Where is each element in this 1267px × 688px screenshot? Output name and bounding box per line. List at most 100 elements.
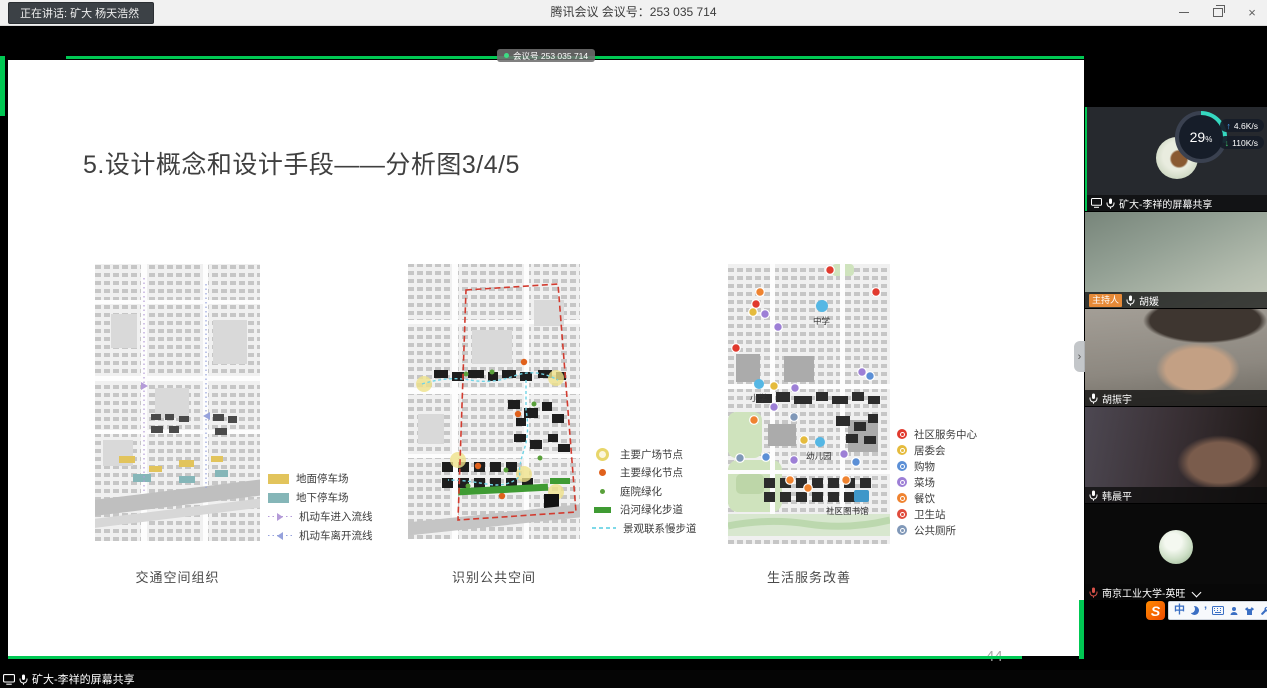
legend-label: 主要广场节点 — [620, 447, 683, 462]
legend-label: 社区服务中心 — [914, 427, 977, 442]
participant-name: 韩晨平 — [1102, 488, 1132, 503]
voice-person-icon[interactable] — [1229, 606, 1239, 616]
legend-item: 餐饮 — [897, 490, 977, 506]
map-life-services-graphics — [728, 264, 890, 544]
chevron-down-icon[interactable] — [1192, 587, 1202, 597]
speaking-indicator: 正在讲话: 矿大 杨天浩然 — [8, 2, 154, 24]
window-title: 腾讯会议 会议号：253 035 714 — [0, 0, 1267, 25]
ime-toolbar: S 中 ’ — [1146, 601, 1267, 620]
legend-item: 机动车离开流线 — [268, 526, 373, 545]
upload-arrow-icon: ↑ — [1226, 121, 1231, 131]
legend-symbol-bar-icon — [594, 507, 611, 513]
legend-item: 主要绿化节点 — [592, 464, 697, 483]
tencent-meeting-window: 腾讯会议 会议号：253 035 714 × 正在讲话: 矿大 杨天浩然 5.设… — [0, 0, 1267, 688]
legend-item: 购物 — [897, 458, 977, 474]
minimize-button[interactable] — [1177, 0, 1191, 25]
legend-label: 公共厕所 — [914, 523, 956, 538]
mic-icon — [19, 674, 28, 685]
legend-item: 庭院绿化 — [592, 482, 697, 501]
network-percent-unit: % — [1205, 135, 1212, 144]
video-tile-host[interactable]: 主持人 胡媛 — [1085, 212, 1267, 308]
legend-label: 机动车进入流线 — [299, 509, 373, 524]
map-label-kindergarten: 幼儿园 — [806, 450, 832, 462]
legend-item: 菜场 — [897, 474, 977, 490]
restore-icon — [1213, 8, 1223, 17]
network-percent: 29 — [1190, 129, 1206, 145]
mic-icon — [1106, 198, 1115, 209]
participant-name: 胡振宇 — [1102, 391, 1132, 406]
mic-icon — [1126, 295, 1135, 306]
video-tile-participant[interactable]: 南京工业大学-英旺 — [1085, 504, 1267, 600]
legend-label: 卫生站 — [914, 507, 946, 522]
slide-frame-bottom — [8, 656, 1022, 659]
tile-label-bar: 胡振宇 — [1085, 390, 1267, 406]
legend-symbol-swatch-icon — [268, 474, 289, 484]
map-traffic-graphics — [95, 264, 260, 541]
legend-symbol-badge-icon — [897, 429, 907, 439]
fullwidth-moon-icon[interactable] — [1190, 606, 1199, 615]
tile-label-bar: 韩晨平 — [1085, 487, 1267, 503]
participant-name: 胡媛 — [1139, 293, 1159, 308]
legend-label: 餐饮 — [914, 491, 935, 506]
legend-item: 公共厕所 — [897, 522, 977, 538]
legend-item: 居委会 — [897, 442, 977, 458]
legend-item: 社区服务中心 — [897, 426, 977, 442]
presentation-slide: 5.设计概念和设计手段——分析图3/4/5 44 — [8, 60, 1084, 656]
participant-avatar — [1159, 530, 1193, 564]
legend-label: 地下停车场 — [296, 490, 349, 505]
legend-life-services: 社区服务中心居委会购物菜场餐饮卫生站公共厕所 — [897, 426, 977, 538]
legend-item: 沿河绿化步道 — [592, 501, 697, 520]
slide-title: 5.设计概念和设计手段——分析图3/4/5 — [83, 145, 520, 181]
participant-name: 矿大-李祥的屏幕共享 — [1119, 196, 1212, 211]
legend-label: 沿河绿化步道 — [620, 502, 683, 517]
map-label-middle-school: 中学 — [813, 315, 830, 327]
legend-symbol-badge-icon — [897, 493, 907, 503]
tile-label-bar: 南京工业大学-英旺 — [1085, 584, 1267, 600]
close-button[interactable]: × — [1245, 0, 1259, 25]
legend-item: 景观联系慢步道 — [592, 519, 697, 538]
skin-shirt-icon[interactable] — [1244, 606, 1255, 616]
caption-life-services: 生活服务改善 — [728, 567, 890, 586]
video-tile-sharer[interactable]: 29% ↑ 4.6K/s ↓ 110K/s 矿大-李祥的屏幕共享 — [1085, 107, 1267, 211]
legend-label: 景观联系慢步道 — [623, 521, 697, 536]
restore-button[interactable] — [1211, 0, 1225, 25]
legend-label: 主要绿化节点 — [620, 465, 683, 480]
caption-traffic: 交通空间组织 — [95, 567, 260, 586]
legend-symbol-badge-icon — [897, 525, 907, 535]
map-public-space — [408, 264, 580, 539]
legend-symbol-badge-icon — [897, 509, 907, 519]
host-badge: 主持人 — [1089, 294, 1122, 307]
legend-label: 居委会 — [914, 443, 946, 458]
keyboard-icon[interactable] — [1212, 606, 1224, 615]
download-value: 110K/s — [1232, 138, 1258, 148]
participant-name: 南京工业大学-英旺 — [1102, 585, 1185, 600]
legend-symbol-dot-icon — [599, 469, 606, 476]
video-tile-participant[interactable]: 韩晨平 — [1085, 407, 1267, 503]
settings-wrench-icon[interactable] — [1260, 606, 1267, 616]
recording-dot-icon — [504, 53, 509, 58]
legend-symbol-badge-icon — [897, 477, 907, 487]
upload-value: 4.6K/s — [1234, 121, 1258, 131]
legend-item: 卫生站 — [897, 506, 977, 522]
sogou-logo-icon[interactable]: S — [1146, 601, 1165, 620]
punctuation-icon[interactable]: ’ — [1204, 605, 1207, 617]
legend-item: 机动车进入流线 — [268, 507, 373, 526]
chinese-mode-icon[interactable]: 中 — [1174, 602, 1185, 619]
legend-item: 地面停车场 — [268, 469, 373, 488]
legend-item: 主要广场节点 — [592, 445, 697, 464]
video-tile-participant[interactable]: 胡振宇 — [1085, 309, 1267, 406]
mic-icon — [1089, 490, 1098, 501]
tile-label-bar: 主持人 胡媛 — [1085, 292, 1267, 308]
statusbar: 矿大-李祥的屏幕共享 — [0, 670, 1267, 688]
legend-symbol-arrow-right-icon — [268, 513, 292, 521]
legend-symbol-small-dot-icon — [600, 489, 605, 494]
sidebar-collapse-handle[interactable]: › — [1074, 341, 1085, 372]
download-speed: ↓ 110K/s — [1219, 136, 1264, 149]
screen-share-icon — [3, 674, 15, 685]
mic-icon — [1089, 393, 1098, 404]
legend-symbol-arrow-left-icon — [268, 532, 292, 540]
ime-strip: 中 ’ — [1168, 601, 1267, 620]
download-arrow-icon: ↓ — [1225, 138, 1230, 148]
legend-symbol-swatch-icon — [268, 493, 289, 503]
map-label-primary-school: 小学 — [750, 392, 767, 404]
